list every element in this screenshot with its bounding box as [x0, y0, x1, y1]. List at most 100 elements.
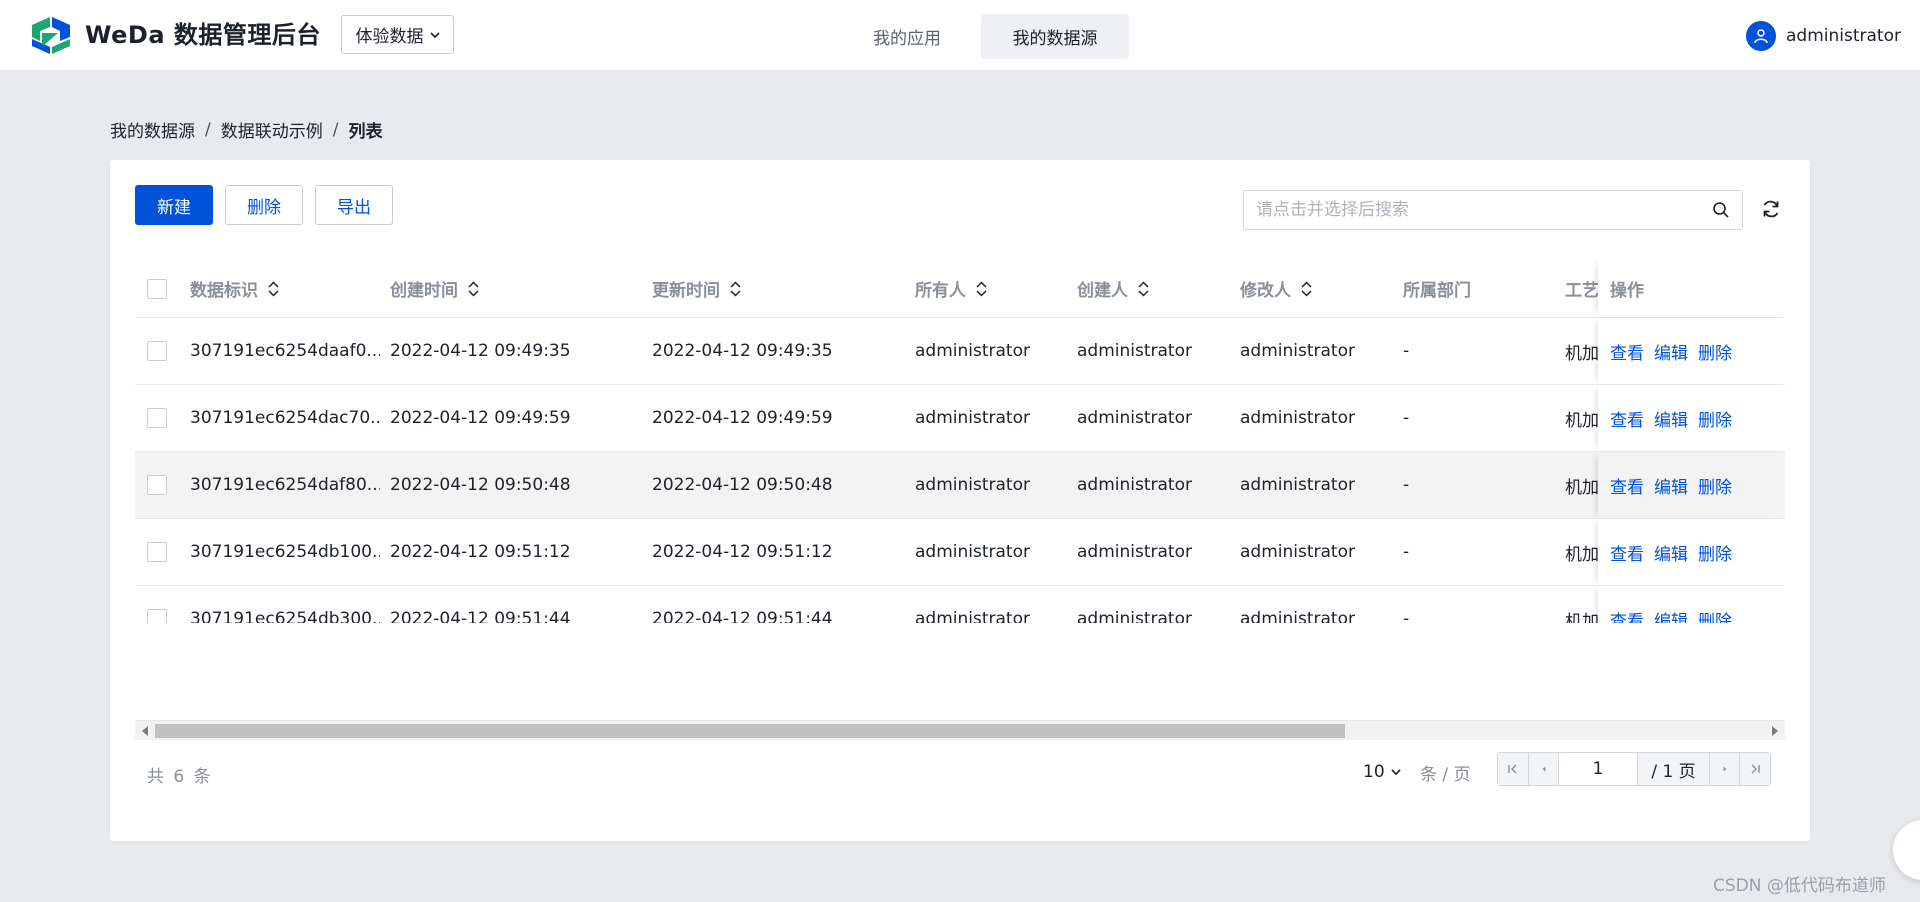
column-header-label: 创建人	[1077, 281, 1128, 301]
cell-owner: administrator	[915, 609, 1030, 623]
sort-icon[interactable]	[268, 280, 279, 297]
page-number-input[interactable]: 1	[1558, 753, 1638, 785]
brand-title: WeDa 数据管理后台	[85, 21, 321, 49]
table-row[interactable]: 307191ec6254daf80... 2022-04-12 09:50:48 2…	[135, 452, 1785, 519]
edit-link[interactable]: 编辑	[1654, 473, 1688, 498]
row-actions: 查看 编辑 删除	[1598, 385, 1785, 451]
edit-link[interactable]: 编辑	[1654, 540, 1688, 565]
column-header-created[interactable]: 创建时间	[390, 260, 640, 317]
cell-modifier: administrator	[1240, 408, 1355, 428]
sort-icon[interactable]	[976, 280, 987, 297]
delete-link[interactable]: 删除	[1698, 406, 1732, 431]
row-checkbox[interactable]	[147, 475, 167, 495]
select-all-cell	[147, 260, 167, 317]
delete-button[interactable]: 删除	[225, 185, 303, 225]
avatar[interactable]	[1746, 21, 1776, 51]
search-box[interactable]	[1243, 190, 1743, 230]
chevron-down-icon	[1391, 769, 1401, 776]
row-actions: 查看 编辑 删除	[1598, 318, 1785, 384]
row-select-cell	[147, 586, 167, 623]
cell-dept: -	[1403, 341, 1410, 361]
cell-id: 307191ec6254db300...	[190, 609, 380, 623]
next-page-button[interactable]	[1710, 753, 1740, 785]
table-row[interactable]: 307191ec6254db100... 2022-04-12 09:51:12 2…	[135, 519, 1785, 586]
row-checkbox[interactable]	[147, 609, 167, 623]
search-input[interactable]	[1256, 200, 1712, 220]
sort-icon[interactable]	[1301, 280, 1312, 297]
edit-link[interactable]: 编辑	[1654, 406, 1688, 431]
floating-help-button[interactable]	[1893, 820, 1920, 880]
first-page-icon	[1508, 764, 1517, 774]
user-icon	[1754, 29, 1768, 44]
row-checkbox[interactable]	[147, 408, 167, 428]
view-link[interactable]: 查看	[1610, 607, 1644, 624]
env-select-value: 体验数据	[355, 27, 424, 47]
scroll-right-arrow[interactable]	[1772, 726, 1778, 736]
breadcrumb-item-example[interactable]: 数据联动示例	[221, 117, 323, 142]
user-name: administrator	[1786, 26, 1901, 46]
row-select-cell	[147, 452, 167, 518]
view-link[interactable]: 查看	[1610, 339, 1644, 364]
prev-page-button[interactable]	[1528, 753, 1558, 785]
sort-icon[interactable]	[468, 280, 479, 297]
page-size-select[interactable]: 10	[1363, 754, 1401, 790]
prev-page-icon	[1542, 766, 1545, 772]
cell-owner: administrator	[915, 542, 1030, 562]
scroll-left-arrow[interactable]	[142, 726, 148, 736]
column-header-label: 更新时间	[652, 281, 720, 301]
breadcrumb-item-datasources[interactable]: 我的数据源	[110, 117, 195, 142]
cell-creator: administrator	[1077, 408, 1192, 428]
search-icon[interactable]	[1712, 201, 1730, 219]
sort-icon[interactable]	[730, 280, 741, 297]
tab-my-apps[interactable]: 我的应用	[833, 14, 981, 59]
column-header-actions: 操作	[1598, 260, 1785, 317]
column-header-updated[interactable]: 更新时间	[652, 260, 902, 317]
cell-created: 2022-04-12 09:51:12	[390, 542, 571, 562]
breadcrumb-separator: /	[205, 119, 211, 140]
column-header-owner[interactable]: 所有人	[915, 260, 1065, 317]
column-header-creator[interactable]: 创建人	[1077, 260, 1227, 317]
cell-updated: 2022-04-12 09:49:35	[652, 341, 833, 361]
sort-icon[interactable]	[1138, 280, 1149, 297]
first-page-button[interactable]	[1498, 753, 1528, 785]
view-link[interactable]: 查看	[1610, 540, 1644, 565]
edit-link[interactable]: 编辑	[1654, 339, 1688, 364]
select-all-checkbox[interactable]	[147, 278, 167, 299]
new-button[interactable]: 新建	[135, 185, 213, 225]
user-menu[interactable]: administrator	[1746, 21, 1901, 51]
weda-logo-icon[interactable]	[30, 17, 72, 54]
horizontal-scrollbar[interactable]	[135, 720, 1785, 740]
table-row[interactable]: 307191ec6254daaf0... 2022-04-12 09:49:35 2…	[135, 318, 1785, 385]
table-row[interactable]: 307191ec6254dac70... 2022-04-12 09:49:59 2…	[135, 385, 1785, 452]
table-row[interactable]: 307191ec6254db300... 2022-04-12 09:51:44 2…	[135, 586, 1785, 623]
cell-modifier: administrator	[1240, 475, 1355, 495]
last-page-button[interactable]	[1740, 753, 1770, 785]
last-page-icon	[1751, 764, 1760, 774]
column-header-dept: 所属部门	[1403, 260, 1553, 317]
delete-link[interactable]: 删除	[1698, 540, 1732, 565]
row-checkbox[interactable]	[147, 542, 167, 562]
cell-created: 2022-04-12 09:50:48	[390, 475, 571, 495]
cell-id: 307191ec6254daf80...	[190, 475, 380, 495]
cell-id: 307191ec6254daaf0...	[190, 341, 380, 361]
column-header-label: 数据标识	[190, 281, 258, 301]
row-checkbox[interactable]	[147, 341, 167, 361]
refresh-icon[interactable]	[1760, 198, 1782, 220]
column-header-modifier[interactable]: 修改人	[1240, 260, 1390, 317]
delete-link[interactable]: 删除	[1698, 607, 1732, 624]
view-link[interactable]: 查看	[1610, 406, 1644, 431]
pagination: 1 / 1 页	[1497, 752, 1771, 786]
export-button[interactable]: 导出	[315, 185, 393, 225]
delete-link[interactable]: 删除	[1698, 339, 1732, 364]
tab-my-datasources[interactable]: 我的数据源	[981, 14, 1129, 59]
column-header-id[interactable]: 数据标识	[190, 260, 380, 317]
env-select[interactable]: 体验数据	[341, 15, 454, 54]
edit-link[interactable]: 编辑	[1654, 607, 1688, 624]
cell-dept: -	[1403, 609, 1410, 623]
delete-link[interactable]: 删除	[1698, 473, 1732, 498]
cell-creator: administrator	[1077, 542, 1192, 562]
scrollbar-thumb[interactable]	[155, 724, 1345, 738]
breadcrumb-separator: /	[332, 119, 339, 140]
view-link[interactable]: 查看	[1610, 473, 1644, 498]
row-select-cell	[147, 318, 167, 384]
